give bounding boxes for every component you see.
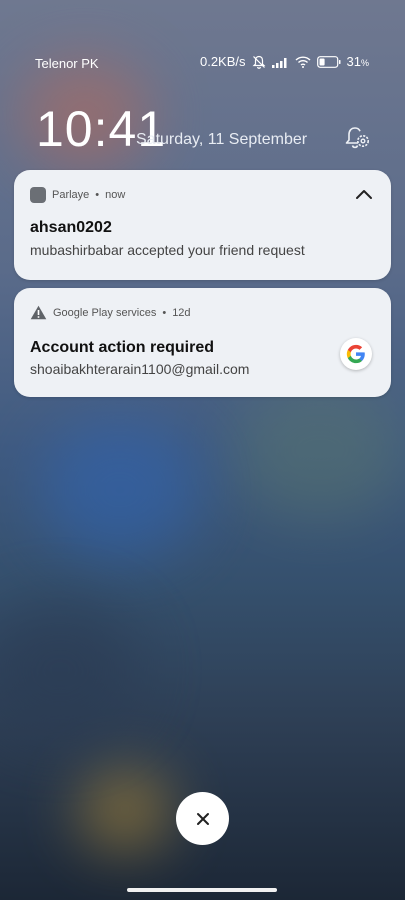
carrier-name: Telenor PK xyxy=(35,56,99,71)
close-icon xyxy=(196,812,209,825)
notification-time: 12d xyxy=(172,306,191,319)
warning-icon xyxy=(30,305,47,320)
home-indicator[interactable] xyxy=(127,888,277,892)
notification-text: mubashirbabar accepted your friend reque… xyxy=(30,242,305,258)
wifi-icon xyxy=(295,55,311,68)
clock-time: 10:41 xyxy=(36,101,167,157)
signal-icon xyxy=(271,57,287,68)
notification-title: ahsan0202 xyxy=(30,219,112,236)
status-bar: Telenor PK 0.2KB/s 31% xyxy=(35,54,369,74)
notification-text: shoaibakhterarain1100@gmail.com xyxy=(30,361,250,377)
notification-header: Google Play services • 12d xyxy=(30,305,191,320)
separator-dot: • xyxy=(95,189,100,201)
chevron-up-icon[interactable] xyxy=(355,188,373,200)
bell-off-icon xyxy=(252,55,265,69)
notification-settings-icon[interactable] xyxy=(343,124,371,152)
battery-level: 31% xyxy=(346,54,369,69)
notification-google-play[interactable]: Google Play services • 12d Account actio… xyxy=(14,288,391,397)
network-speed: 0.2KB/s xyxy=(199,54,246,69)
google-logo-icon xyxy=(340,338,372,370)
notification-time: now xyxy=(105,189,126,201)
battery-icon xyxy=(316,55,341,68)
notification-parlaye[interactable]: Parlaye • now ahsan0202 mubashirbabar ac… xyxy=(14,170,391,280)
clear-notifications-button[interactable] xyxy=(176,792,229,845)
notification-title: Account action required xyxy=(30,339,215,356)
separator-dot: • xyxy=(162,306,167,319)
app-name: Parlaye xyxy=(52,189,90,201)
notification-header: Parlaye • now xyxy=(30,187,125,203)
clock-date: Saturday, 11 September xyxy=(136,131,308,148)
parlaye-app-icon xyxy=(30,187,46,203)
app-name: Google Play services xyxy=(53,306,157,319)
